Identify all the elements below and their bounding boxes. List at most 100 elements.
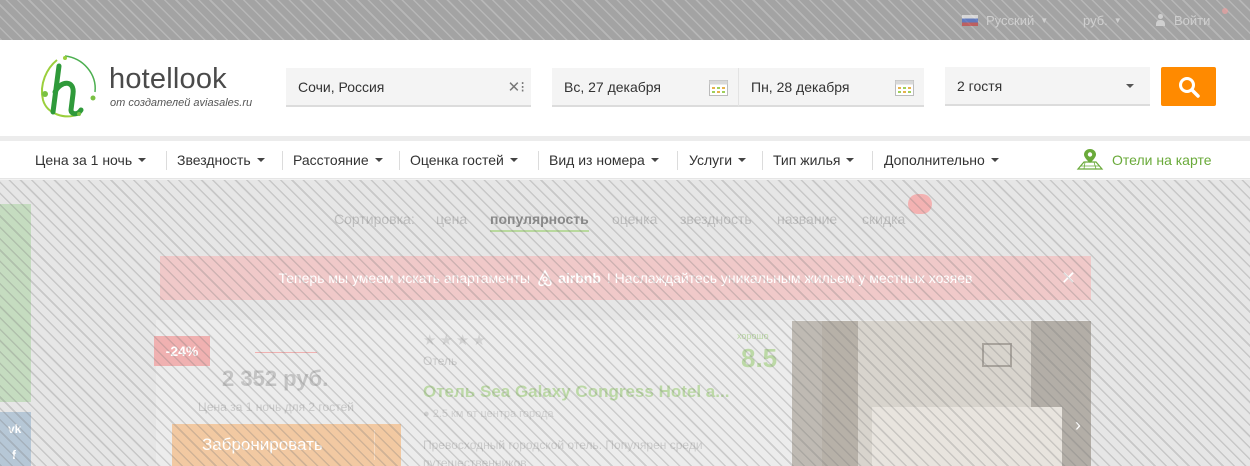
checkin-value: Вс, 27 декабря [564,78,661,95]
login-link[interactable]: Войти [1155,11,1210,29]
currency-label: руб. [1083,12,1108,28]
new-badge [908,194,932,214]
filter-property-type[interactable]: Тип жилья [773,141,855,179]
vk-icon[interactable]: vk [8,422,21,436]
checkin-field[interactable]: Вс, 27 декабря [552,68,738,107]
divider [166,151,167,170]
hotel-rating: 8.5 [741,343,778,373]
search-icon [1178,76,1200,98]
guests-select[interactable]: 2 гостя [945,67,1150,106]
chevron-down-icon [1126,84,1134,88]
filter-view[interactable]: Вид из номера [549,141,659,179]
divider [374,430,375,460]
chevron-down-icon: ▼ [1113,15,1122,25]
brand-name[interactable]: hotellook [109,63,227,96]
filter-label: Звездность [177,152,251,168]
sort-option-discount[interactable]: скидка [862,211,905,227]
divider [282,151,283,170]
guests-value: 2 гостя [957,77,1003,94]
filter-label: Цена за 1 ночь [35,152,133,168]
search-button[interactable] [1161,67,1216,106]
location-pin-icon: ● [423,408,433,420]
filter-distance[interactable]: Расстояние [293,141,383,179]
language-selector[interactable]: Русский ▼ [962,11,1048,29]
brand-tagline: от создателей aviasales.ru [110,97,253,109]
sort-label: Сортировка: [334,211,415,227]
filter-guest-rating[interactable]: Оценка гостей [410,141,518,179]
discount-badge: -24% [154,336,210,366]
header: hotellook от создателей aviasales.ru Соч… [0,40,1250,136]
results-area: vk f Сортировка: цена популярность оценк… [0,180,1250,466]
hotel-distance: 2.5 км от центра города [432,408,554,420]
airbnb-wordmark: airbnb [558,270,601,286]
book-button-label: Забронировать [202,435,323,454]
airbnb-icon [538,269,552,287]
promo-text-start: Теперь мы умеем искать апартаменты [278,270,531,286]
divider [677,151,678,170]
sort-option-popularity[interactable]: популярность [490,211,589,232]
destination-field[interactable]: Сочи, Россия ✕⁝ [286,68,531,107]
filter-label: Расстояние [293,152,369,168]
airbnb-promo-banner: Теперь мы умеем искать апартаменты airbn… [160,256,1091,300]
airbnb-logo: airbnb [536,269,601,287]
book-button[interactable]: Забронировать [172,424,401,466]
hotel-photo[interactable]: › [792,321,1091,466]
filter-stars[interactable]: Звездность [177,141,265,179]
notification-dot [1222,8,1228,14]
chevron-down-icon: ▼ [1040,15,1049,25]
chevron-down-icon [990,158,999,162]
currency-selector[interactable]: руб. ▼ [1083,11,1122,29]
facebook-icon[interactable]: f [12,448,16,462]
sort-option-rating[interactable]: оценка [612,211,657,227]
filter-label: Услуги [689,152,733,168]
sort-option-price[interactable]: цена [436,211,467,227]
promo-text-end: ! Наслаждайтесь уникальным жильем у мест… [606,270,973,286]
chevron-down-icon [846,158,855,162]
top-bar: Русский ▼ руб. ▼ Войти [0,0,1250,40]
map-pin-icon [1076,149,1104,170]
divider [538,151,539,170]
chevron-right-icon[interactable]: › [1075,415,1081,436]
login-label: Войти [1174,12,1211,28]
map-link-label: Отели на карте [1112,152,1212,168]
filter-more[interactable]: Дополнительно [884,141,999,179]
feedback-side-tab[interactable] [0,204,31,402]
user-icon [1155,14,1166,26]
hotel-price: 2 352 руб. [222,366,329,391]
filter-label: Тип жилья [773,152,841,168]
filter-label: Вид из номера [549,152,645,168]
filter-label: Дополнительно [884,152,985,168]
filter-bar: Цена за 1 ночь Звездность Расстояние Оце… [0,141,1250,179]
destination-value: Сочи, Россия [298,78,385,95]
hotel-name-link[interactable]: Отель Sea Galaxy Congress Hotel a... [423,382,729,402]
calendar-icon[interactable] [895,78,914,96]
checkout-value: Пн, 28 декабря [751,78,850,95]
divider [872,151,873,170]
sort-option-stars[interactable]: звездность [680,211,752,227]
photo-bed [872,407,1062,466]
close-icon[interactable]: ✕ [1061,268,1076,289]
social-side-tab[interactable]: vk f [0,412,31,466]
hotels-on-map-link[interactable]: Отели на карте [1076,146,1212,174]
clear-icon[interactable]: ✕⁝ [508,78,525,96]
photo-frame [982,343,1012,367]
hotel-type: Отель [423,354,458,368]
divider [399,151,400,170]
chevron-down-icon [650,158,659,162]
filter-price[interactable]: Цена за 1 ночь [35,141,147,179]
chevron-down-icon [374,158,383,162]
old-price-strike [255,352,317,353]
hotel-location: ● 2.5 км от центра города [423,408,554,420]
rating-label: хорошо [737,331,769,341]
calendar-icon[interactable] [709,78,728,96]
hotel-stars: ★★★★ [423,332,489,349]
checkout-field[interactable]: Пн, 28 декабря [738,68,924,107]
chevron-down-icon [738,158,747,162]
chevron-down-icon [256,158,265,162]
sort-option-name[interactable]: название [777,211,837,227]
hotellook-logo-icon[interactable] [35,54,101,122]
language-label: Русский [986,12,1035,28]
filter-amenities[interactable]: Услуги [689,141,747,179]
hotel-description: Превосходный городской отель. Популярен … [423,438,703,466]
filter-label: Оценка гостей [410,152,504,168]
